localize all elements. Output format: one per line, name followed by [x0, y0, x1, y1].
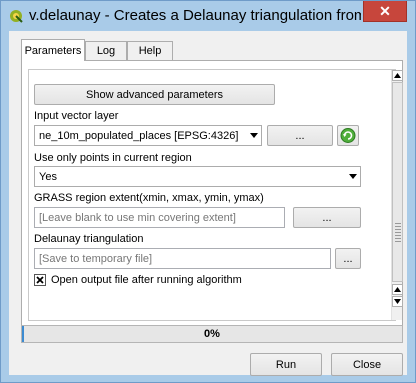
input-layer-combo[interactable]: ne_10m_populated_places [EPSG:4326]: [34, 125, 262, 146]
dialog-client-area: Parameters Log Help Show advanced parame…: [9, 31, 407, 376]
use-points-combo[interactable]: Yes: [34, 166, 361, 187]
window-close-button[interactable]: ✕: [363, 1, 407, 22]
scroll-up-button[interactable]: [392, 70, 403, 81]
arrow-down-icon: [394, 299, 401, 304]
scrollbar-thumb[interactable]: [392, 82, 403, 282]
delaunay-triangulation-label: Delaunay triangulation: [34, 233, 144, 245]
triangulation-browse-button[interactable]: ...: [335, 248, 361, 269]
refresh-layers-button[interactable]: [337, 125, 359, 146]
checkmark-icon: [36, 276, 44, 284]
run-button[interactable]: Run: [250, 353, 322, 376]
chevron-down-icon: [250, 133, 258, 138]
show-advanced-parameters-button[interactable]: Show advanced parameters: [34, 84, 275, 105]
title-bar[interactable]: v.delaunay - Creates a Delaunay triangul…: [1, 1, 415, 31]
region-extent-label: GRASS region extent(xmin, xmax, ymin, ym…: [34, 192, 264, 204]
progress-text: 0%: [204, 328, 220, 340]
parameters-panel: Show advanced parameters Input vector la…: [21, 60, 403, 328]
close-button[interactable]: Close: [331, 353, 403, 376]
progress-bar: 0%: [21, 325, 403, 343]
scroll-up-step-button[interactable]: [392, 284, 403, 295]
use-points-value: Yes: [39, 170, 57, 183]
input-layer-label: Input vector layer: [34, 110, 119, 122]
parameters-scroll-area: Show advanced parameters Input vector la…: [28, 69, 396, 321]
open-output-checkbox[interactable]: [34, 274, 46, 286]
chevron-down-icon: [349, 174, 357, 179]
dialog-window: v.delaunay - Creates a Delaunay triangul…: [0, 0, 416, 383]
use-points-label: Use only points in current region: [34, 152, 192, 164]
arrow-up-icon: [394, 73, 401, 78]
region-extent-browse-button[interactable]: ...: [293, 207, 361, 228]
scroll-down-button[interactable]: [392, 296, 403, 307]
vertical-scrollbar[interactable]: [391, 70, 403, 320]
tab-log[interactable]: Log: [85, 41, 127, 60]
input-layer-browse-button[interactable]: ...: [267, 125, 333, 146]
arrow-up-icon: [394, 287, 401, 292]
refresh-icon: [340, 128, 356, 143]
tab-help[interactable]: Help: [127, 41, 173, 60]
open-output-label: Open output file after running algorithm: [51, 274, 242, 286]
thumb-grip-icon: [395, 223, 401, 243]
window-title: v.delaunay - Creates a Delaunay triangul…: [29, 7, 361, 24]
tab-parameters[interactable]: Parameters: [21, 39, 85, 61]
triangulation-output-input[interactable]: [Save to temporary file]: [34, 248, 331, 269]
region-extent-input[interactable]: [Leave blank to use min covering extent]: [34, 207, 285, 228]
qgis-app-icon: [10, 10, 23, 23]
input-layer-value: ne_10m_populated_places [EPSG:4326]: [39, 129, 239, 142]
